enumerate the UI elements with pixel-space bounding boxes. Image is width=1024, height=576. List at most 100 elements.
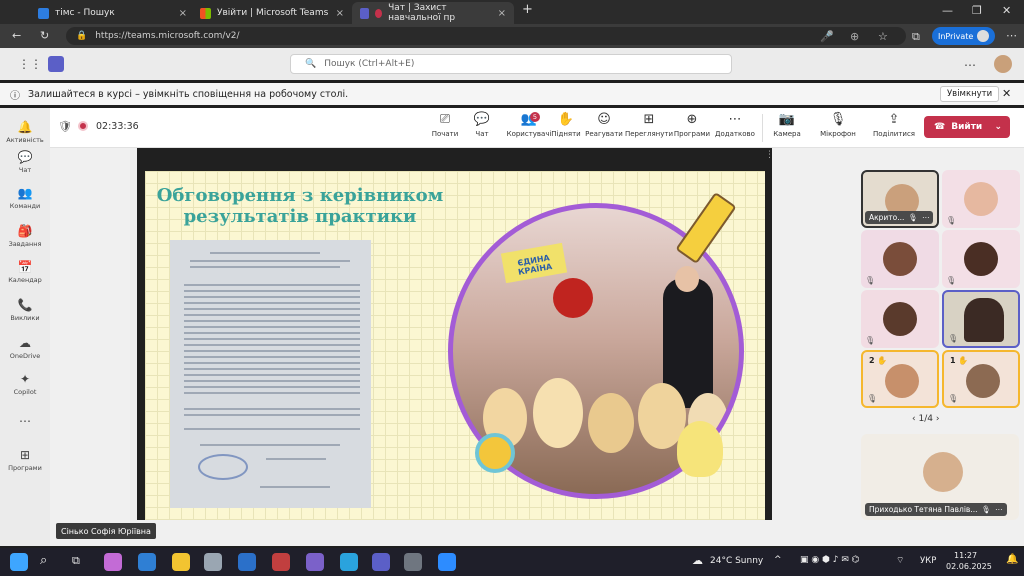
- participant-name: Акрито...: [869, 213, 905, 222]
- participant-tile-large[interactable]: Приходько Тетяна Павлів... 🎙 ⋯: [861, 434, 1019, 520]
- teacher-face: [675, 266, 699, 292]
- participant-tile[interactable]: Акрито... 🎙 ⋯: [861, 170, 939, 228]
- favorite-icon[interactable]: ☆: [878, 30, 888, 43]
- url-field[interactable]: 🔒 https://teams.microsoft.com/v2/: [66, 27, 906, 45]
- participant-tile-raised-hand[interactable]: 2 ✋ 🎙: [861, 350, 939, 408]
- participant-video-tile[interactable]: 🎙: [942, 290, 1020, 348]
- maximize-icon[interactable]: ❐: [972, 4, 982, 17]
- language-indicator[interactable]: УКР: [920, 556, 936, 566]
- doc-line: [184, 326, 360, 328]
- rail-apps[interactable]: ⊞ Програми: [0, 448, 50, 472]
- chevron-left-icon[interactable]: ‹: [912, 414, 916, 424]
- weather-text[interactable]: 24°C Sunny: [710, 556, 763, 566]
- close-icon[interactable]: ×: [498, 8, 506, 19]
- copilot-icon[interactable]: [104, 553, 122, 571]
- browser-tab-bar: тімс - Пошук × Увійти | Microsoft Teams …: [0, 0, 1024, 24]
- rail-label: Активність: [6, 136, 44, 144]
- participant-tile[interactable]: 🎙: [861, 290, 939, 348]
- zoom-icon[interactable]: [438, 553, 456, 571]
- doc-line: [184, 308, 360, 310]
- edge-icon[interactable]: [138, 553, 156, 571]
- app-icon[interactable]: [404, 553, 422, 571]
- rail-chat[interactable]: 💬 Чат: [0, 150, 50, 174]
- store-icon[interactable]: [204, 553, 222, 571]
- new-tab-button[interactable]: +: [522, 2, 533, 17]
- close-icon[interactable]: ×: [336, 8, 344, 19]
- participant-tile[interactable]: 🎙: [942, 170, 1020, 228]
- rail-activity[interactable]: 🔔 Активність: [0, 120, 50, 144]
- app-launcher-icon[interactable]: ⋮⋮: [18, 57, 42, 71]
- phone-icon: 📞: [17, 298, 33, 312]
- tray-icons[interactable]: ▣ ◉ ⬢ ♪ ✉ ⌬: [800, 555, 860, 565]
- doc-line: [184, 408, 360, 410]
- teams-icon: [360, 7, 369, 19]
- clock-decoration: [475, 433, 515, 473]
- notification-bell-icon[interactable]: 🔔: [1006, 554, 1018, 565]
- participant-avatar: [885, 364, 919, 398]
- more-button[interactable]: ⋯ Додатково: [710, 112, 760, 138]
- clock-time[interactable]: 11:27: [954, 551, 977, 560]
- participant-avatar: [923, 452, 963, 492]
- participant-avatar: [883, 302, 917, 336]
- share-button[interactable]: ⇪ Поділитися: [867, 112, 921, 138]
- mic-icon[interactable]: 🎤: [820, 30, 834, 43]
- zoom-icon[interactable]: ⊕: [850, 30, 859, 43]
- tray-chevron-icon[interactable]: ^: [774, 555, 782, 565]
- chevron-down-icon[interactable]: ⌄: [994, 122, 1002, 132]
- camera-button[interactable]: 📷 Камера: [762, 112, 812, 138]
- inprivate-badge[interactable]: InPrivate: [932, 27, 996, 45]
- search-icon[interactable]: ⌕: [40, 553, 47, 568]
- teams-icon[interactable]: [372, 553, 390, 571]
- tab-teams-chat[interactable]: Чат | Захист навчальної пр ×: [352, 2, 514, 24]
- extensions-icon[interactable]: ⧉: [912, 30, 920, 44]
- stage-more-icon[interactable]: ⋮: [765, 150, 774, 160]
- mic-off-icon: 🎙: [908, 213, 918, 222]
- windows-start-icon[interactable]: [10, 553, 28, 571]
- chat-icon: 💬: [17, 150, 33, 164]
- more-options-icon[interactable]: ⋯: [964, 58, 976, 72]
- rail-calls[interactable]: 📞 Виклики: [0, 298, 50, 322]
- viber-icon[interactable]: [306, 553, 324, 571]
- rail-assignments[interactable]: 🎒 Завдання: [0, 224, 50, 248]
- participant-tile-raised-hand[interactable]: 1 ✋ 🎙: [942, 350, 1020, 408]
- rail-more[interactable]: ⋯: [0, 414, 50, 430]
- minimize-icon[interactable]: —: [942, 4, 953, 17]
- rail-onedrive[interactable]: ☁ OneDrive: [0, 336, 50, 360]
- mic-button[interactable]: 🎙 Мікрофон: [813, 112, 863, 138]
- doc-line: [260, 486, 330, 488]
- task-view-icon[interactable]: ⧉: [72, 554, 80, 568]
- leave-button[interactable]: ☎ Вийти ⌄: [924, 116, 1010, 138]
- stamp-icon: [198, 454, 248, 480]
- telegram-icon[interactable]: [340, 553, 358, 571]
- outlook-icon[interactable]: [238, 553, 256, 571]
- rail-calendar[interactable]: 📅 Календар: [0, 260, 50, 284]
- rail-teams[interactable]: 👥 Команди: [0, 186, 50, 210]
- shield-icon: 🛡: [58, 120, 72, 133]
- close-icon[interactable]: ✕: [1002, 87, 1011, 100]
- browser-menu-icon[interactable]: ⋯: [1006, 29, 1017, 42]
- rail-copilot[interactable]: ✦ Copilot: [0, 372, 50, 396]
- pager: ‹ 1/4 ›: [912, 414, 939, 424]
- tab-search[interactable]: тімс - Пошук ×: [30, 2, 195, 24]
- refresh-icon[interactable]: ↻: [40, 29, 49, 42]
- chevron-right-icon[interactable]: ›: [936, 414, 940, 424]
- search-input[interactable]: 🔍 Пошук (Ctrl+Alt+E): [290, 54, 732, 74]
- app-icon[interactable]: [272, 553, 290, 571]
- user-avatar[interactable]: [994, 55, 1012, 73]
- participant-name: Приходько Тетяна Павлів...: [869, 505, 978, 514]
- tab-teams-login[interactable]: Увійти | Microsoft Teams ×: [192, 2, 352, 24]
- back-icon[interactable]: ←: [12, 29, 21, 42]
- presenter-label: Сінько Софія Юріївна: [56, 523, 156, 539]
- clock-date[interactable]: 02.06.2025: [946, 562, 992, 571]
- enable-notifications-button[interactable]: Увімкнути: [940, 86, 1000, 102]
- close-icon[interactable]: ×: [179, 8, 187, 19]
- assignments-icon: 🎒: [17, 224, 33, 238]
- network-icon[interactable]: ⌔: [896, 555, 904, 566]
- page-indicator: 1/4: [918, 414, 933, 424]
- file-explorer-icon[interactable]: [172, 553, 190, 571]
- close-window-icon[interactable]: ✕: [1002, 4, 1011, 17]
- doc-line: [184, 392, 360, 394]
- participant-tile[interactable]: 🎙: [942, 230, 1020, 288]
- lock-icon: 🔒: [76, 31, 88, 41]
- participant-tile[interactable]: 🎙: [861, 230, 939, 288]
